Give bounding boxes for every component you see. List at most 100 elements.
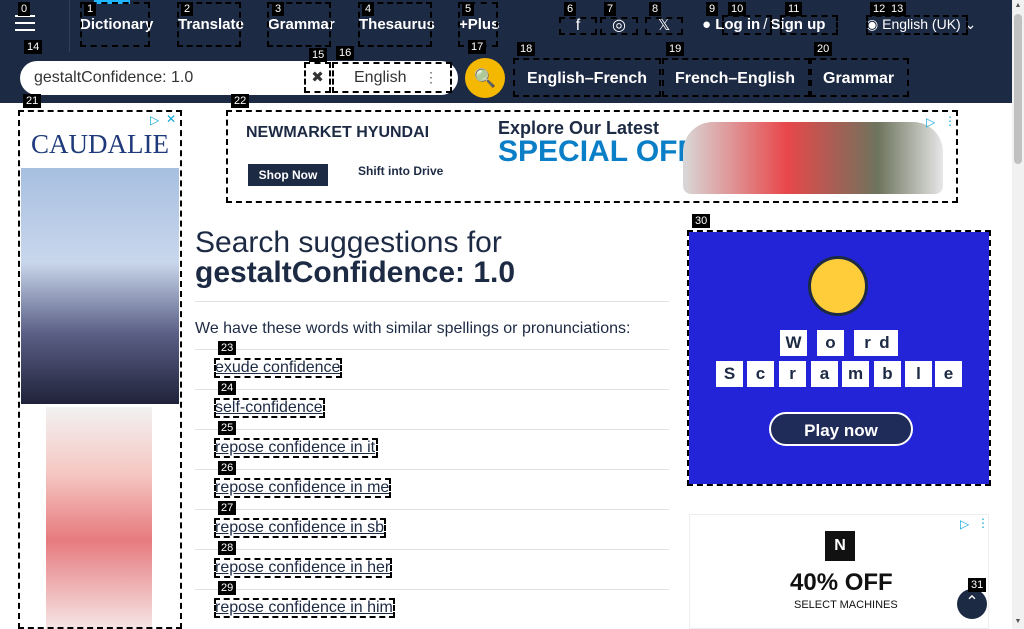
ad-menu-icon[interactable]: ⋮ [977,516,989,530]
letter-tile: o [817,330,844,356]
login-link[interactable]: Log in [715,16,760,33]
overlay-tag: 12 [870,2,889,16]
letter-tile: b [874,361,901,387]
ad-menu-icon[interactable]: ⋮ [944,114,956,128]
overlay-tag: 10 [728,2,747,16]
overlay-tag: 29 [218,581,237,595]
dictionary-select-label: English [354,69,407,86]
search-icon: 🔍 [473,68,497,88]
overlay-tag: 4 [362,2,375,16]
quick-link-french-english[interactable]: French–English [675,70,795,88]
adchoices-icon[interactable]: ▷ [960,517,969,531]
overlay-tag: 3 [272,2,285,16]
letter-tile: a [811,361,838,387]
ad-cars-image [683,122,943,194]
ad-subtext: SELECT MACHINES [794,599,898,611]
letter-tile: m [842,361,869,387]
overlay-tag: 28 [218,541,237,555]
divider [195,589,669,590]
adchoices-icon[interactable]: ▷ [926,115,935,129]
scrollbar-thumb[interactable] [1014,14,1022,164]
signup-link[interactable]: Sign up [770,16,825,33]
stopwatch-icon [808,256,868,316]
ad-shop-now-button[interactable]: Shop Now [248,164,328,186]
overlay-tag: 9 [706,2,719,16]
ad-product-image [21,168,179,404]
dictionary-select[interactable]: English ⋮ [336,63,452,92]
overlay-tag: 2 [181,2,194,16]
divider [195,389,669,390]
scroll-up-arrow[interactable]: ▲ [1014,2,1022,10]
search-input[interactable] [34,67,302,89]
overlay-tag: 11 [785,2,803,16]
overlay-tag: 16 [336,46,355,60]
letter-tile: W [780,330,807,356]
page-scrollbar[interactable]: ▲ ▼ [1012,0,1024,629]
suggestion-link[interactable]: repose confidence in her [215,559,390,577]
letter-tile: l [905,361,932,387]
results-heading: Search suggestions for gestaltConfidence… [195,228,669,288]
letter-tile: e [935,361,962,387]
divider [195,301,669,302]
language-label: English (UK) [882,16,961,32]
overlay-tag: 18 [517,42,536,56]
ad-tagline: Shift into Drive [358,164,444,178]
brand-logo-icon: N [825,531,855,561]
login-separator: / [763,16,768,33]
letter-tile: c [747,361,774,387]
letter-tile: r [779,361,806,387]
overlay-tag: 13 [888,2,907,16]
quick-link-grammar[interactable]: Grammar [823,70,894,88]
login-area: ● Log in / Sign up [702,16,825,33]
overlay-tag: 0 [18,2,31,16]
search-button[interactable]: 🔍 [465,58,505,98]
x-twitter-icon[interactable]: 𝕏 [645,17,683,35]
overlay-tag: 7 [604,2,617,16]
language-selector[interactable]: ◉ English (UK) ⌄ [866,16,976,33]
arrow-up-icon: ⌃ [965,594,979,611]
overlay-tag: 20 [814,42,833,56]
more-vertical-icon: ⋮ [424,69,438,85]
divider [195,349,669,350]
facebook-icon[interactable]: f [559,17,597,35]
overlay-tag: 5 [462,2,475,16]
title-query: gestaltConfidence: 1.0 [195,256,516,289]
overlay-tag: 30 [692,214,711,228]
play-now-button[interactable]: Play now [769,412,913,446]
ad-brand-logo: CAUDALIE [31,129,169,159]
globe-icon: ◉ [866,16,879,32]
scroll-to-top-button[interactable]: ⌃ [957,589,987,619]
suggestion-link[interactable]: repose confidence in him [215,599,393,617]
overlay-tag: 8 [649,2,662,16]
page-title: Search suggestions for gestaltConfidence… [195,228,669,288]
adchoices-icon[interactable]: ▷ [150,113,159,127]
instagram-icon[interactable]: ◎ [600,17,638,35]
title-prefix: Search suggestions for [195,226,502,259]
user-icon: ● [702,16,712,33]
hamburger-icon [15,15,35,31]
word-scramble-ad[interactable]: W o r d S c r a m b l e Play now [689,232,989,484]
page: Dictionary Translate Grammar Thesaurus +… [0,0,1024,629]
intro-text: We have these words with similar spellin… [195,320,631,337]
quick-link-english-french[interactable]: English–French [527,70,647,88]
suggestion-link[interactable]: repose confidence in sb [215,519,384,537]
overlay-tag: 17 [468,40,487,54]
top-banner-ad[interactable]: NEWMARKET HYUNDAI Shop Now Shift into Dr… [228,112,956,202]
overlay-tag: 6 [564,2,577,16]
scroll-down-arrow[interactable]: ▼ [1014,618,1022,626]
letter-tile: S [716,361,743,387]
suggestion-link[interactable]: exude confidence [215,359,340,377]
suggestion-link[interactable]: repose confidence in me [215,479,389,497]
chevron-down-icon: ⌄ [964,16,977,32]
ad-product-image-2 [46,407,152,629]
clear-icon[interactable]: ✖ [305,63,330,92]
suggestion-link[interactable]: self-confidence [215,399,323,417]
overlay-tag: 31 [968,578,987,592]
right-ad-2[interactable]: N 40% OFF SELECT MACHINES ▷ ⋮ [689,514,989,629]
overlay-tag: 25 [218,421,237,435]
overlay-tag: 26 [218,461,237,475]
suggestion-link[interactable]: repose confidence in it [215,439,375,457]
ad-discount: 40% OFF [790,569,893,596]
left-ad[interactable]: ▷ ✕ CAUDALIE [18,111,182,629]
ad-close-icon[interactable]: ✕ [166,112,176,126]
